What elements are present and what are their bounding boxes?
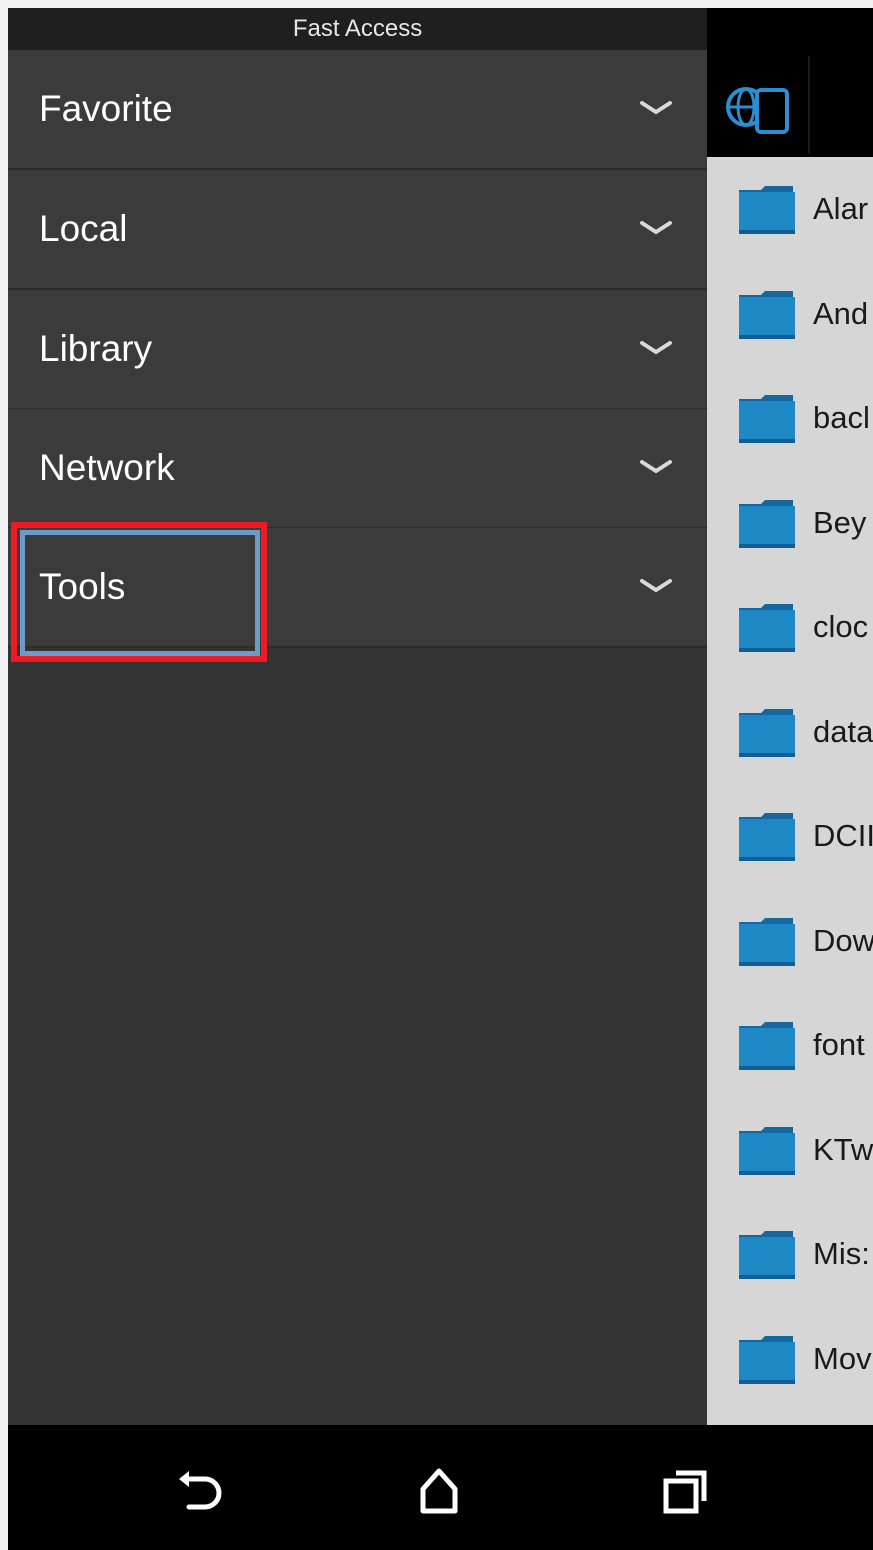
folder-icon xyxy=(739,1022,795,1070)
drawer-title: Fast Access xyxy=(292,15,423,42)
list-item[interactable]: And xyxy=(707,262,873,366)
drawer-item-network[interactable]: Network xyxy=(8,409,707,529)
fast-access-drawer: Fast Access Favorite Local Library Network T… xyxy=(8,8,707,1425)
folder-icon xyxy=(739,708,795,757)
drawer-item-label: Network xyxy=(39,447,175,488)
folder-icon xyxy=(739,813,795,861)
drawer-item-favorite[interactable]: Favorite xyxy=(8,50,707,170)
folder-icon xyxy=(739,604,795,652)
drawer-item-library[interactable]: Library xyxy=(8,290,707,410)
list-item[interactable]: Dow xyxy=(707,889,873,993)
folder-name: And xyxy=(813,295,869,331)
navigation-bar xyxy=(8,1425,873,1550)
drawer-item-label: Local xyxy=(39,208,128,249)
folder-name: DCII xyxy=(813,818,873,853)
folder-name: cloc xyxy=(813,609,869,644)
list-item[interactable]: KTw xyxy=(707,1098,873,1202)
back-icon[interactable] xyxy=(171,1461,231,1521)
folder-name: Mov xyxy=(813,1340,872,1376)
drawer-item-label: Library xyxy=(39,328,153,369)
chevron-down-icon[interactable] xyxy=(638,338,674,358)
globe-device-icon[interactable] xyxy=(724,80,794,138)
chevron-down-icon[interactable] xyxy=(638,98,674,118)
folder-icon xyxy=(739,1126,795,1175)
folder-icon xyxy=(739,1231,795,1279)
folder-name: font xyxy=(813,1027,865,1062)
list-item[interactable]: DCII xyxy=(707,784,873,888)
list-item[interactable]: data xyxy=(707,680,873,784)
tools-focus-outline xyxy=(20,530,260,656)
home-icon[interactable] xyxy=(409,1461,469,1521)
folder-icon xyxy=(739,290,795,339)
chevron-down-icon[interactable] xyxy=(638,457,674,477)
drawer-item-label: Favorite xyxy=(39,88,173,129)
folder-icon xyxy=(739,499,795,548)
folder-name: Mis: xyxy=(813,1236,870,1271)
folder-name: bacl xyxy=(813,400,870,435)
list-item[interactable]: font xyxy=(707,993,873,1097)
folder-icon xyxy=(739,186,795,234)
recents-icon[interactable] xyxy=(656,1461,716,1521)
list-item[interactable]: cloc xyxy=(707,575,873,679)
folder-name: Bey xyxy=(813,504,867,540)
list-item[interactable]: Mov xyxy=(707,1307,873,1411)
list-item[interactable]: Alar xyxy=(707,157,873,261)
file-list: Alar And bacl Bey cloc data DCII Dow font KTw Mis:… xyxy=(707,157,873,1425)
folder-icon xyxy=(739,395,795,443)
toolbar-divider xyxy=(808,56,810,154)
list-item[interactable]: Mis: xyxy=(707,1202,873,1306)
drawer-item-local[interactable]: Local xyxy=(8,170,707,290)
list-item[interactable]: bacl xyxy=(707,366,873,470)
chevron-down-icon[interactable] xyxy=(638,218,674,238)
drawer-header: Fast Access xyxy=(8,8,707,50)
chevron-down-icon[interactable] xyxy=(638,576,674,596)
folder-name: data xyxy=(813,713,873,749)
folder-icon xyxy=(739,917,795,966)
folder-icon xyxy=(739,1335,795,1384)
list-item[interactable]: Bey xyxy=(707,471,873,575)
folder-name: Alar xyxy=(813,191,869,226)
folder-name: KTw xyxy=(813,1131,873,1167)
folder-name: Dow xyxy=(813,922,873,958)
app-screen: Alar And bacl Bey cloc data DCII Dow font KTw Mis:… xyxy=(8,8,873,1550)
